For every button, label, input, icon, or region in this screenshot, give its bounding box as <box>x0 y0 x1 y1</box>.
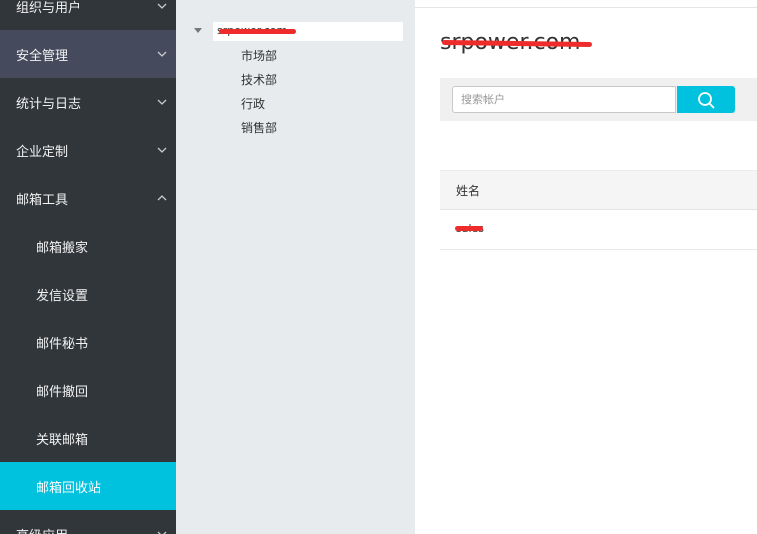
sidebar-item-label: 邮件撤回 <box>36 384 89 400</box>
chevron-down-icon <box>156 528 168 534</box>
sidebar-item-label: 邮箱回收站 <box>36 480 102 496</box>
search-input[interactable] <box>452 86 676 113</box>
table-row[interactable]: sales <box>440 210 757 250</box>
caret-down-icon[interactable] <box>194 27 202 35</box>
sidebar-item-label: 邮箱工具 <box>16 192 69 208</box>
chevron-down-icon <box>156 144 168 156</box>
sidebar-subitem-mail-recall[interactable]: 邮件撤回 <box>0 366 176 414</box>
sidebar-item-label: 高级应用 <box>16 525 68 534</box>
redaction-mark <box>219 29 296 34</box>
sidebar-subitem-mail-migration[interactable]: 邮箱搬家 <box>0 222 176 270</box>
sidebar-item-label: 企业定制 <box>16 144 69 160</box>
chevron-down-icon <box>156 48 168 60</box>
sidebar-item-stats-logs[interactable]: 统计与日志 <box>0 78 176 126</box>
sidebar-item-mail-tools[interactable]: 邮箱工具 <box>0 174 176 222</box>
sidebar-item-label: 组织与用户 <box>16 0 82 16</box>
sidebar-item-enterprise-custom[interactable]: 企业定制 <box>0 126 176 174</box>
sidebar-item-label: 安全管理 <box>16 48 69 64</box>
tree-node-admin[interactable]: 行政 <box>241 95 265 112</box>
sidebar-subitem-linked-mailbox[interactable]: 关联邮箱 <box>0 414 176 462</box>
sidebar-item-label: 关联邮箱 <box>36 432 89 448</box>
chevron-down-icon <box>156 96 168 108</box>
sidebar-subitem-mail-secretary[interactable]: 邮件秘书 <box>0 318 176 366</box>
sidebar-item-security[interactable]: 安全管理 <box>0 30 176 78</box>
search-button[interactable] <box>677 86 735 113</box>
tree-node-sales[interactable]: 销售部 <box>241 119 277 136</box>
sidebar: 组织与用户 安全管理 统计与日志 企业定制 邮箱工具 邮箱搬家 发信设置 邮件秘… <box>0 0 176 534</box>
main-content: srpower.com 姓名 sales <box>415 0 757 534</box>
sidebar-item-label: 邮件秘书 <box>36 336 89 352</box>
search-bar <box>440 78 757 121</box>
sidebar-item-org-users[interactable]: 组织与用户 <box>0 0 176 30</box>
sidebar-subitem-mailbox-recycle-bin[interactable]: 邮箱回收站 <box>0 462 176 510</box>
chevron-up-icon <box>156 192 168 204</box>
org-tree-panel: srpower.com 市场部 技术部 行政 销售部 <box>176 0 415 534</box>
sidebar-subitem-send-settings[interactable]: 发信设置 <box>0 270 176 318</box>
tree-node-tech[interactable]: 技术部 <box>241 71 277 88</box>
sidebar-item-label: 发信设置 <box>36 288 89 304</box>
search-icon <box>697 91 715 109</box>
top-divider <box>415 0 757 8</box>
sidebar-item-label: 邮箱搬家 <box>36 240 89 256</box>
redaction-mark <box>455 226 483 231</box>
table-header: 姓名 <box>440 170 757 210</box>
sidebar-item-label: 统计与日志 <box>16 96 82 112</box>
tree-node-root[interactable]: srpower.com <box>213 22 403 41</box>
sidebar-item-advanced-apps[interactable]: 高级应用 <box>0 510 176 534</box>
tree-node-marketing[interactable]: 市场部 <box>241 47 277 64</box>
chevron-down-icon <box>156 0 168 12</box>
column-header-name: 姓名 <box>456 184 481 198</box>
